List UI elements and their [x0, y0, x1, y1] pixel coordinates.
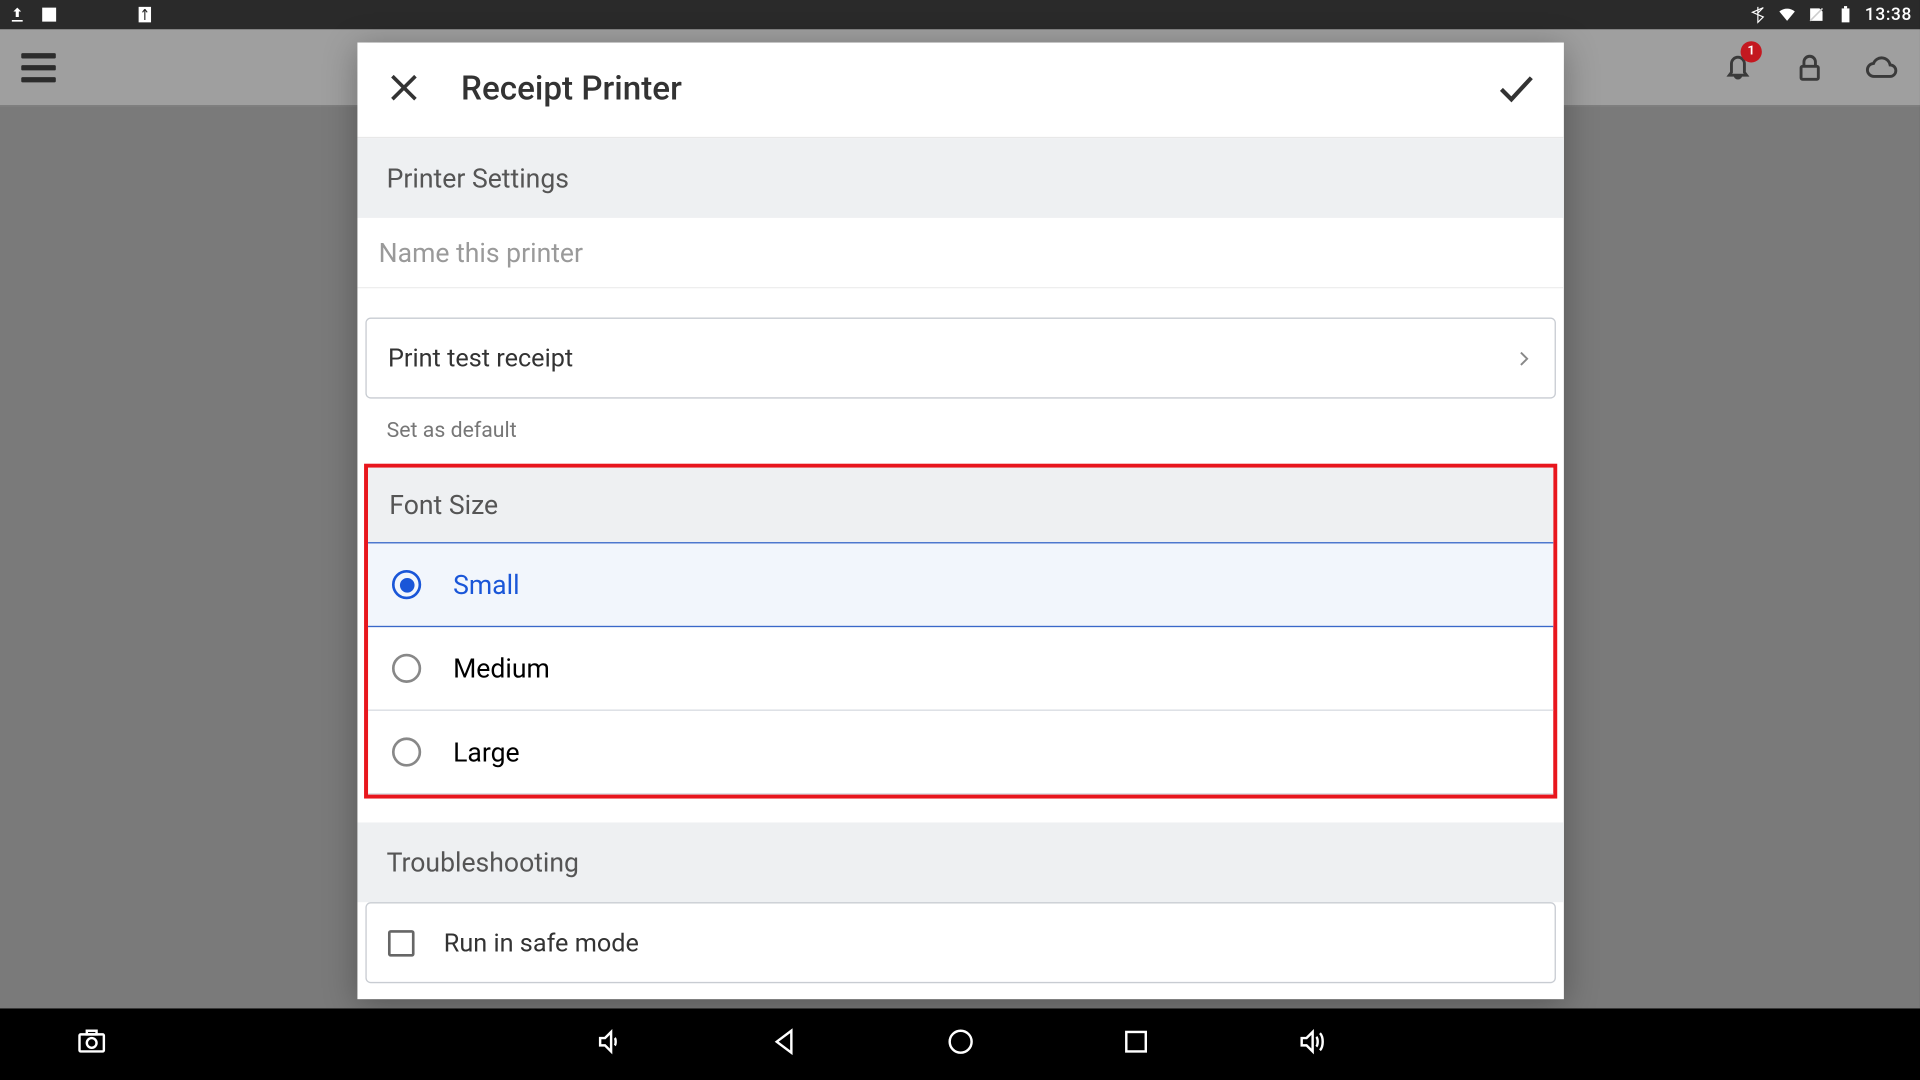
status-bar: 13:38 — [0, 0, 1920, 29]
sim-icon — [1806, 5, 1825, 24]
battery-icon — [1836, 5, 1855, 24]
printer-settings-header: Printer Settings — [357, 138, 1563, 218]
back-icon — [770, 1027, 799, 1056]
radio-icon — [392, 737, 421, 766]
back-button[interactable] — [770, 1027, 799, 1062]
font-size-medium-option[interactable]: Medium — [368, 627, 1553, 711]
font-size-section: Font Size Small Medium Large — [364, 464, 1557, 799]
volume-down-button[interactable] — [595, 1027, 624, 1062]
wifi-icon — [1777, 5, 1796, 24]
option-label: Medium — [453, 652, 550, 684]
notification-button[interactable]: 1 — [1721, 47, 1756, 87]
home-icon — [945, 1027, 974, 1056]
print-test-receipt-button[interactable]: Print test receipt — [365, 318, 1556, 399]
printer-name-input[interactable] — [379, 237, 1543, 269]
chevron-right-icon — [1515, 349, 1534, 368]
font-size-small-option[interactable]: Small — [368, 542, 1553, 627]
dialog-title: Receipt Printer — [461, 70, 682, 109]
font-size-large-option[interactable]: Large — [368, 711, 1553, 795]
dialog-header: Receipt Printer — [357, 43, 1563, 139]
print-test-label: Print test receipt — [388, 343, 573, 374]
recents-button[interactable] — [1121, 1027, 1150, 1062]
font-size-header: Font Size — [368, 468, 1553, 542]
volume-up-icon — [1296, 1027, 1325, 1056]
radio-icon — [392, 654, 421, 683]
set-as-default-link[interactable]: Set as default — [365, 399, 1556, 464]
safe-mode-label: Run in safe mode — [444, 927, 639, 958]
option-label: Small — [453, 569, 519, 601]
printer-name-row — [357, 218, 1563, 288]
volume-icon — [595, 1027, 624, 1056]
recents-icon — [1121, 1027, 1150, 1056]
bluetooth-status-icon — [72, 5, 91, 24]
upload-icon — [8, 5, 27, 24]
volume-up-button[interactable] — [1296, 1027, 1325, 1062]
image-icon — [40, 5, 59, 24]
radio-icon — [392, 570, 421, 599]
navigation-bar — [0, 1008, 1920, 1080]
safe-mode-checkbox-row[interactable]: Run in safe mode — [365, 902, 1556, 983]
bluetooth-status-icon-2 — [104, 5, 123, 24]
close-icon — [387, 70, 422, 105]
usb-icon — [136, 5, 155, 24]
confirm-button[interactable] — [1495, 67, 1535, 112]
option-label: Large — [453, 736, 520, 768]
home-button[interactable] — [945, 1027, 974, 1062]
lock-icon[interactable] — [1792, 50, 1827, 85]
notification-badge: 1 — [1741, 41, 1762, 62]
status-time: 13:38 — [1865, 5, 1912, 25]
troubleshooting-header: Troubleshooting — [357, 822, 1563, 902]
close-button[interactable] — [387, 70, 422, 110]
receipt-printer-dialog: Receipt Printer Printer Settings Print t… — [357, 43, 1563, 1000]
camera-button[interactable] — [74, 1027, 109, 1062]
cloud-icon[interactable] — [1864, 50, 1899, 85]
bluetooth-icon — [1748, 5, 1767, 24]
camera-icon — [74, 1027, 109, 1056]
menu-button[interactable] — [21, 52, 56, 81]
check-icon — [1495, 67, 1535, 107]
checkbox-icon — [388, 929, 415, 956]
